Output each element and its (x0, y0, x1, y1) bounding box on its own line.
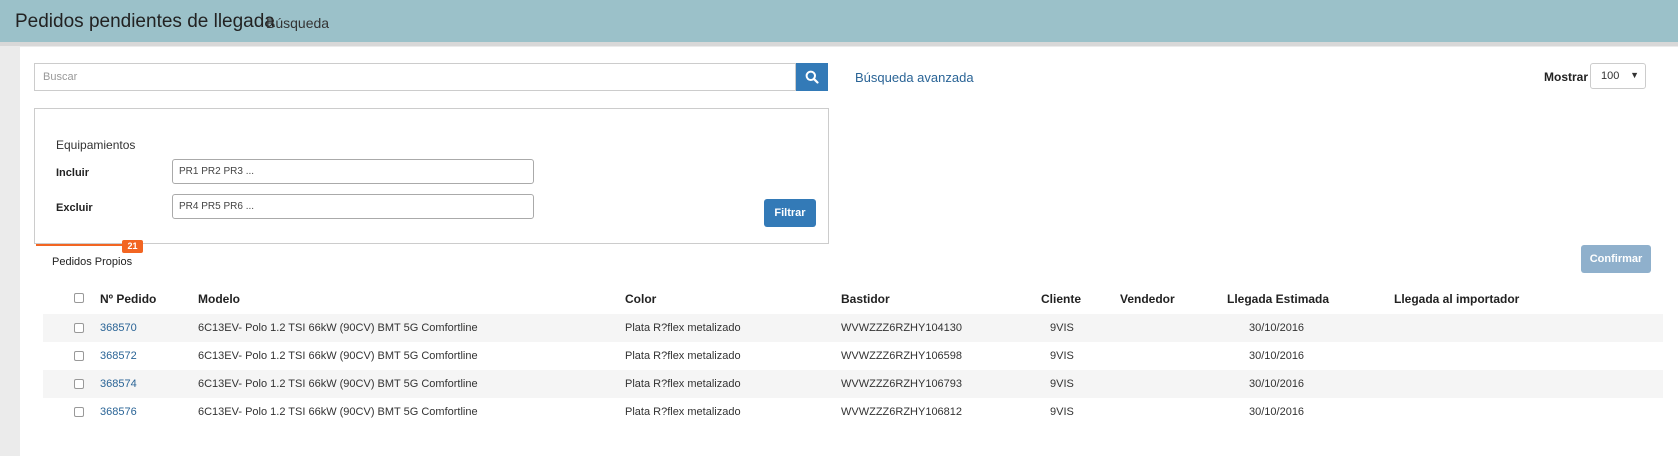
model-cell: 6C13EV- Polo 1.2 TSI 66kW (90CV) BMT 5G … (198, 350, 478, 362)
main-panel: Búsqueda avanzada Mostrar 100 ▼ Equipami… (20, 47, 1678, 456)
model-cell: 6C13EV- Polo 1.2 TSI 66kW (90CV) BMT 5G … (198, 322, 478, 334)
row-checkbox[interactable] (74, 407, 84, 417)
order-number-link[interactable]: 368574 (100, 370, 137, 398)
order-number-link[interactable]: 368572 (100, 342, 137, 370)
include-label: Incluir (56, 167, 90, 179)
filter-button[interactable]: Filtrar (764, 199, 816, 227)
table-header-row: Nº Pedido Modelo Color Bastidor Cliente … (43, 284, 1663, 314)
model-cell: 6C13EV- Polo 1.2 TSI 66kW (90CV) BMT 5G … (198, 378, 478, 390)
estimated-arrival-cell: 30/10/2016 (1249, 322, 1305, 334)
table-row[interactable]: 368574 6C13EV- Polo 1.2 TSI 66kW (90CV) … (43, 370, 1663, 398)
orders-table: Nº Pedido Modelo Color Bastidor Cliente … (43, 284, 1663, 426)
order-number-link[interactable]: 368576 (100, 398, 137, 426)
client-cell: 9VIS (1050, 350, 1074, 362)
page-subtitle: Búsqueda (266, 15, 330, 31)
advanced-search-link[interactable]: Búsqueda avanzada (855, 70, 974, 85)
include-field[interactable] (172, 159, 534, 184)
header-bar: Pedidos pendientes de llegada Búsqueda (0, 0, 1678, 46)
tab-pedidos-propios[interactable]: 21 Pedidos Propios (36, 240, 156, 274)
column-header-color: Color (625, 292, 657, 306)
row-checkbox[interactable] (74, 379, 84, 389)
count-badge: 21 (122, 240, 143, 253)
confirm-button[interactable]: Confirmar (1581, 245, 1651, 273)
estimated-arrival-cell: 30/10/2016 (1249, 350, 1305, 362)
page-size-select[interactable]: 100 ▼ (1590, 63, 1646, 89)
vin-cell: WVWZZZ6RZHY104130 (841, 322, 963, 334)
select-all-checkbox[interactable] (74, 293, 84, 303)
page-title: Pedidos pendientes de llegada (15, 11, 275, 32)
color-cell: Plata R?flex metalizado (625, 322, 741, 334)
order-number-link[interactable]: 368570 (100, 314, 137, 342)
search-icon (805, 70, 819, 84)
model-cell: 6C13EV- Polo 1.2 TSI 66kW (90CV) BMT 5G … (198, 406, 478, 418)
row-checkbox[interactable] (74, 323, 84, 333)
estimated-arrival-cell: 30/10/2016 (1249, 378, 1305, 390)
column-header-modelo: Modelo (198, 292, 240, 306)
row-checkbox[interactable] (74, 351, 84, 361)
tab-label: Pedidos Propios (52, 256, 133, 268)
column-header-pedido: Nº Pedido (100, 292, 157, 306)
estimated-arrival-cell: 30/10/2016 (1249, 406, 1305, 418)
vin-cell: WVWZZZ6RZHY106812 (841, 406, 963, 418)
color-cell: Plata R?flex metalizado (625, 350, 741, 362)
exclude-field[interactable] (172, 194, 534, 219)
table-row[interactable]: 368572 6C13EV- Polo 1.2 TSI 66kW (90CV) … (43, 342, 1663, 370)
color-cell: Plata R?flex metalizado (625, 378, 741, 390)
search-input[interactable] (34, 63, 796, 91)
client-cell: 9VIS (1050, 378, 1074, 390)
page-size-value: 100 (1601, 70, 1620, 82)
client-cell: 9VIS (1050, 322, 1074, 334)
column-header-cliente: Cliente (1041, 292, 1082, 306)
vin-cell: WVWZZZ6RZHY106598 (841, 350, 963, 362)
tab-active-indicator (36, 244, 124, 246)
client-cell: 9VIS (1050, 406, 1074, 418)
filter-heading: Equipamientos (56, 138, 136, 152)
column-header-bastidor: Bastidor (841, 292, 890, 306)
color-cell: Plata R?flex metalizado (625, 406, 741, 418)
exclude-label: Excluir (56, 202, 93, 214)
column-header-vendedor: Vendedor (1120, 292, 1175, 306)
mostrar-label: Mostrar (1544, 70, 1589, 84)
search-button[interactable] (796, 63, 828, 91)
column-header-llegada-estimada: Llegada Estimada (1227, 292, 1330, 306)
equipment-filter-box: Equipamientos Incluir Excluir Filtrar (34, 108, 829, 244)
column-header-llegada-importador: Llegada al importador (1394, 292, 1520, 306)
dropdown-arrow-icon: ▼ (1630, 70, 1639, 80)
vin-cell: WVWZZZ6RZHY106793 (841, 378, 963, 390)
table-row[interactable]: 368570 6C13EV- Polo 1.2 TSI 66kW (90CV) … (43, 314, 1663, 342)
table-row[interactable]: 368576 6C13EV- Polo 1.2 TSI 66kW (90CV) … (43, 398, 1663, 426)
